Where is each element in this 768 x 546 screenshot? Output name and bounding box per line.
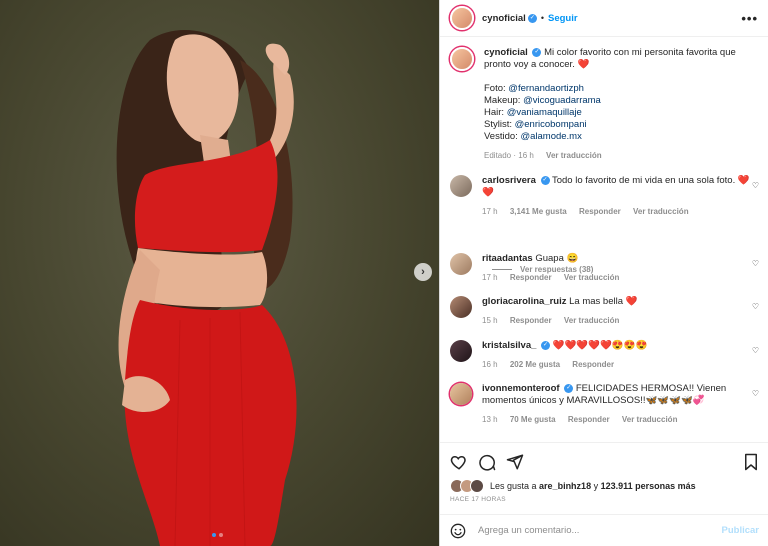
bookmark-icon[interactable]	[743, 453, 759, 471]
see-translation-link[interactable]: Ver traducción	[546, 151, 602, 160]
comment-username[interactable]: ritaadantas	[482, 253, 533, 264]
verified-icon: ✓	[541, 340, 551, 350]
avatar[interactable]	[450, 175, 472, 197]
reply-button[interactable]: Responder	[568, 415, 610, 424]
comment-text: ❤️❤️❤️❤️❤️😍😍😍	[552, 340, 648, 351]
likes-prefix: Les gusta a	[490, 481, 540, 491]
caption-credits: Foto: @fernandaortizph Makeup: @vicoguad…	[484, 83, 759, 143]
comment-time: 13 h	[482, 415, 498, 424]
reply-button[interactable]: Responder	[572, 360, 614, 369]
emoji-icon[interactable]	[450, 523, 466, 539]
reply-button[interactable]: Responder	[579, 207, 621, 216]
photo-illustration	[116, 30, 297, 546]
avatar[interactable]	[450, 6, 474, 30]
chevron-right-icon: ›	[421, 266, 425, 278]
comment-time: 17 h	[482, 207, 498, 216]
like-comment-icon[interactable]: ♡	[752, 181, 759, 190]
comment-icon[interactable]	[478, 453, 496, 471]
carousel-dot	[219, 533, 223, 537]
post-actions: Les gusta a are_binhz18 y 123.911 person…	[440, 442, 768, 507]
credit-label: Stylist:	[484, 119, 515, 130]
like-comment-icon[interactable]: ♡	[752, 389, 759, 398]
comment-item: gloriacarolina_ruiz La mas bella ❤️ 15 h…	[450, 296, 759, 327]
comment-likes[interactable]: 3,141 Me gusta	[510, 207, 567, 216]
avatar	[470, 479, 484, 493]
verified-icon: ✓	[540, 175, 550, 185]
liker-avatars	[450, 479, 484, 493]
verified-icon: ✓	[564, 383, 574, 393]
heart-icon[interactable]	[450, 453, 468, 471]
comment-text: Guapa 😄	[535, 253, 579, 264]
avatar[interactable]	[450, 47, 474, 71]
comment-username[interactable]: kristalsilva_	[482, 340, 536, 351]
comment-item: kristalsilva_ ✓ ❤️❤️❤️❤️❤️😍😍😍 16 h 202 M…	[450, 340, 759, 371]
comment-username[interactable]: carlosrivera	[482, 175, 536, 186]
follow-button[interactable]: Seguir	[548, 13, 578, 24]
see-translation-link[interactable]: Ver traducción	[564, 273, 620, 282]
caption-meta: Editado · 16 h Ver traducción	[484, 150, 759, 162]
likes-summary: Les gusta a are_binhz18 y 123.911 person…	[440, 479, 768, 493]
credit-mention[interactable]: @vaniamaquillaje	[507, 107, 582, 118]
edited-time: Editado · 16 h	[484, 151, 534, 160]
credit-label: Makeup:	[484, 95, 524, 106]
post-photo[interactable]: ›	[0, 0, 439, 546]
comment-time: 15 h	[482, 316, 498, 325]
credit-mention[interactable]: @alamode.mx	[520, 131, 581, 142]
comments-list[interactable]: cynoficial ✓ Mi color favorito con mi pe…	[440, 37, 768, 442]
likes-middle: y	[591, 481, 601, 491]
liker-username[interactable]: are_binhz18	[539, 481, 591, 491]
post-time: HACE 17 HORAS	[450, 496, 506, 503]
comment-username[interactable]: ivonnemonteroof	[482, 383, 560, 394]
verified-icon: ✓	[532, 47, 542, 57]
see-translation-link[interactable]: Ver traducción	[633, 207, 689, 216]
comment-time: 17 h	[482, 273, 498, 282]
avatar[interactable]	[450, 296, 472, 318]
see-translation-link[interactable]: Ver traducción	[622, 415, 678, 424]
verified-icon: ✓	[527, 13, 537, 23]
see-translation-link[interactable]: Ver traducción	[564, 316, 620, 325]
add-comment-bar: Publicar	[440, 514, 768, 546]
separator: •	[540, 13, 544, 23]
comment-item: carlosrivera ✓ Todo lo favorito de mi vi…	[450, 175, 759, 218]
post-caption: cynoficial ✓ Mi color favorito con mi pe…	[440, 37, 768, 162]
carousel-indicator	[212, 533, 223, 537]
avatar[interactable]	[450, 253, 472, 275]
credit-mention[interactable]: @fernandaortizph	[508, 83, 584, 94]
credit-mention[interactable]: @enricobompani	[515, 119, 587, 130]
comment-username[interactable]: gloriacarolina_ruiz	[482, 296, 566, 307]
publish-button[interactable]: Publicar	[722, 525, 760, 536]
carousel-dot	[212, 533, 216, 537]
credit-label: Foto:	[484, 83, 509, 94]
caption-username[interactable]: cynoficial	[484, 47, 528, 58]
like-comment-icon[interactable]: ♡	[752, 302, 759, 311]
reply-button[interactable]: Responder	[510, 316, 552, 325]
credit-mention[interactable]: @vicoguadarrama	[523, 95, 601, 106]
like-comment-icon[interactable]: ♡	[752, 346, 759, 355]
comment-likes[interactable]: 202 Me gusta	[510, 360, 560, 369]
comment-item: ritaadantas Guapa 😄 17 h Responder Ver t…	[450, 253, 759, 284]
comment-time: 16 h	[482, 360, 498, 369]
share-icon[interactable]	[506, 453, 524, 471]
reply-button[interactable]: Responder	[510, 273, 552, 282]
like-comment-icon[interactable]: ♡	[752, 259, 759, 268]
credit-label: Vestido:	[484, 131, 521, 142]
comment-item: ivonnemonteroof ✓ FELICIDADES HERMOSA!! …	[450, 383, 759, 426]
post-username[interactable]: cynoficial	[482, 13, 526, 24]
likes-count[interactable]: 123.911 personas más	[601, 481, 696, 491]
credit-label: Hair:	[484, 107, 507, 118]
post-panel: cynoficial ✓ • Seguir ••• cynoficial ✓ M…	[439, 0, 768, 546]
avatar[interactable]	[450, 383, 472, 405]
comment-input[interactable]	[478, 525, 722, 536]
more-options-icon[interactable]: •••	[741, 11, 758, 26]
next-photo-button[interactable]: ›	[414, 263, 432, 281]
comment-likes[interactable]: 70 Me gusta	[510, 415, 556, 424]
avatar[interactable]	[450, 340, 472, 362]
post-header: cynoficial ✓ • Seguir •••	[440, 0, 768, 37]
comment-text: La mas bella ❤️	[569, 296, 638, 307]
